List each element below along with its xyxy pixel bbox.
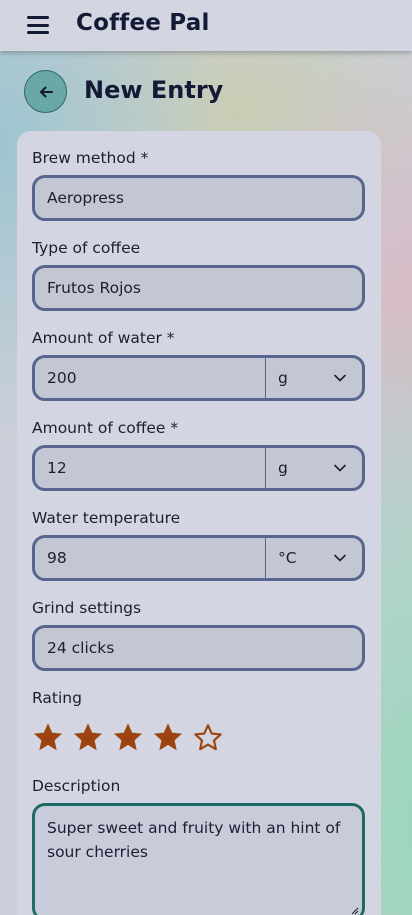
hamburger-menu-icon[interactable] [27,16,49,34]
star-filled-icon[interactable] [112,721,144,753]
star-filled-icon[interactable] [32,721,64,753]
star-filled-icon[interactable] [152,721,184,753]
water-temp-label: Water temperature [32,509,181,527]
water-unit-select[interactable]: g [265,358,362,398]
app-title: Coffee Pal [76,10,210,36]
temp-unit-value: °C [278,549,297,567]
chevron-down-icon [334,464,346,472]
description-text: Super sweet and fruity with an hint of s… [47,819,341,861]
water-temp-input[interactable]: 98 [35,538,265,578]
arrow-left-icon [39,86,53,97]
star-filled-icon[interactable] [72,721,104,753]
water-temp-field: 98 °C [32,535,365,581]
chevron-down-icon [334,554,346,562]
coffee-type-input[interactable]: Frutos Rojos [32,265,365,311]
brew-method-label: Brew method * [32,149,149,167]
coffee-unit-value: g [278,459,288,477]
star-outline-icon[interactable] [192,721,224,753]
coffee-type-label: Type of coffee [32,239,141,257]
coffee-amount-input[interactable]: 12 [35,448,265,488]
grind-label: Grind settings [32,599,142,617]
coffee-amount-label: Amount of coffee * [32,419,179,437]
water-amount-field: 200 g [32,355,365,401]
water-amount-label: Amount of water * [32,329,175,347]
grind-input[interactable]: 24 clicks [32,625,365,671]
water-amount-input[interactable]: 200 [35,358,265,398]
rating-label: Rating [32,689,82,707]
temp-unit-select[interactable]: °C [265,538,362,578]
coffee-amount-field: 12 g [32,445,365,491]
coffee-unit-select[interactable]: g [265,448,362,488]
brew-method-input[interactable]: Aeropress [32,175,365,221]
page-title: New Entry [84,76,224,104]
resize-handle-icon[interactable] [350,906,359,915]
water-unit-value: g [278,369,288,387]
description-label: Description [32,777,121,795]
back-button[interactable] [24,70,67,113]
description-textarea[interactable]: Super sweet and fruity with an hint of s… [32,803,365,915]
chevron-down-icon [334,374,346,382]
rating-stars [32,721,224,753]
app-bar: Coffee Pal [0,0,412,51]
